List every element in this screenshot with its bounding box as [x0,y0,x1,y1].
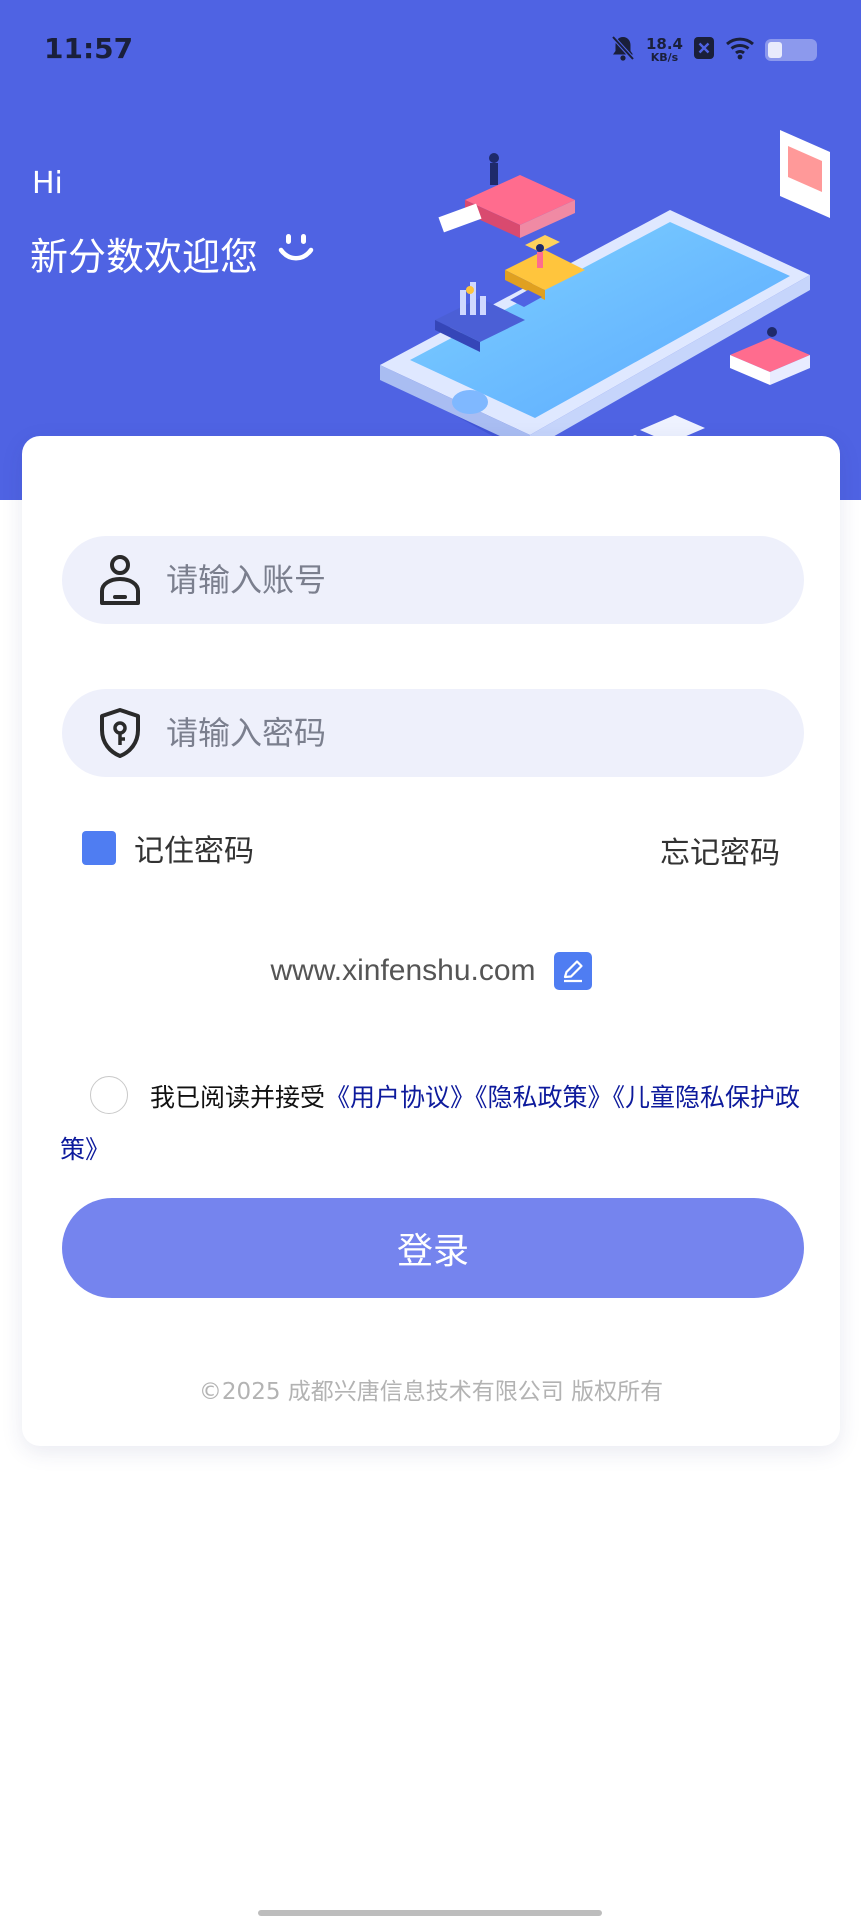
login-button[interactable]: 登录 [62,1198,804,1298]
user-icon [96,552,144,608]
greeting-hi: Hi [32,166,63,201]
login-card: 记住密码 忘记密码 www.xinfenshu.com 我已阅读并接受《用户协议… [22,436,840,1446]
password-input[interactable] [166,714,726,752]
home-indicator[interactable] [258,1910,602,1916]
agreement-prefix: 我已阅读并接受 [150,1083,326,1112]
network-speed-value: 18.4 [645,35,683,53]
close-badge-icon [693,36,715,64]
battery-icon [765,39,817,61]
welcome-text: 新分数欢迎您 [30,235,259,279]
status-bar: 11:57 18.4 KB/s [0,0,861,100]
account-field[interactable] [62,536,804,624]
remember-label: 记住密码 [134,834,254,869]
wifi-icon [725,36,755,64]
account-input[interactable] [166,561,726,599]
greeting-title: 新分数欢迎您 [30,226,316,281]
header-banner: 11:57 18.4 KB/s Hi 新分数欢迎您 [0,0,861,500]
agreement-radio[interactable] [90,1076,128,1114]
forgot-password-link[interactable]: 忘记密码 [660,828,780,872]
remember-checkbox[interactable] [82,831,116,865]
site-url: www.xinfenshu.com [270,954,536,987]
password-field[interactable] [62,689,804,777]
remember-password[interactable]: 记住密码 [82,826,254,870]
network-speed-unit: KB/s [650,51,679,64]
status-icons: 18.4 KB/s [610,34,817,66]
edit-icon[interactable] [553,952,592,990]
privacy-policy-link[interactable]: 《隐私政策》 [475,1083,613,1112]
copyright: ©2025 成都兴唐信息技术有限公司 版权所有 [198,1379,664,1405]
site-address: www.xinfenshu.com [22,952,840,990]
smile-icon [276,231,316,276]
network-speed: 18.4 KB/s [645,35,683,64]
shield-key-icon [96,705,144,761]
bell-off-icon [610,34,636,66]
user-agreement-link[interactable]: 《用户协议》 [325,1083,475,1112]
agreement: 我已阅读并接受《用户协议》《隐私政策》《儿童隐私保护政策》 [60,1072,810,1176]
status-time: 11:57 [44,32,134,65]
